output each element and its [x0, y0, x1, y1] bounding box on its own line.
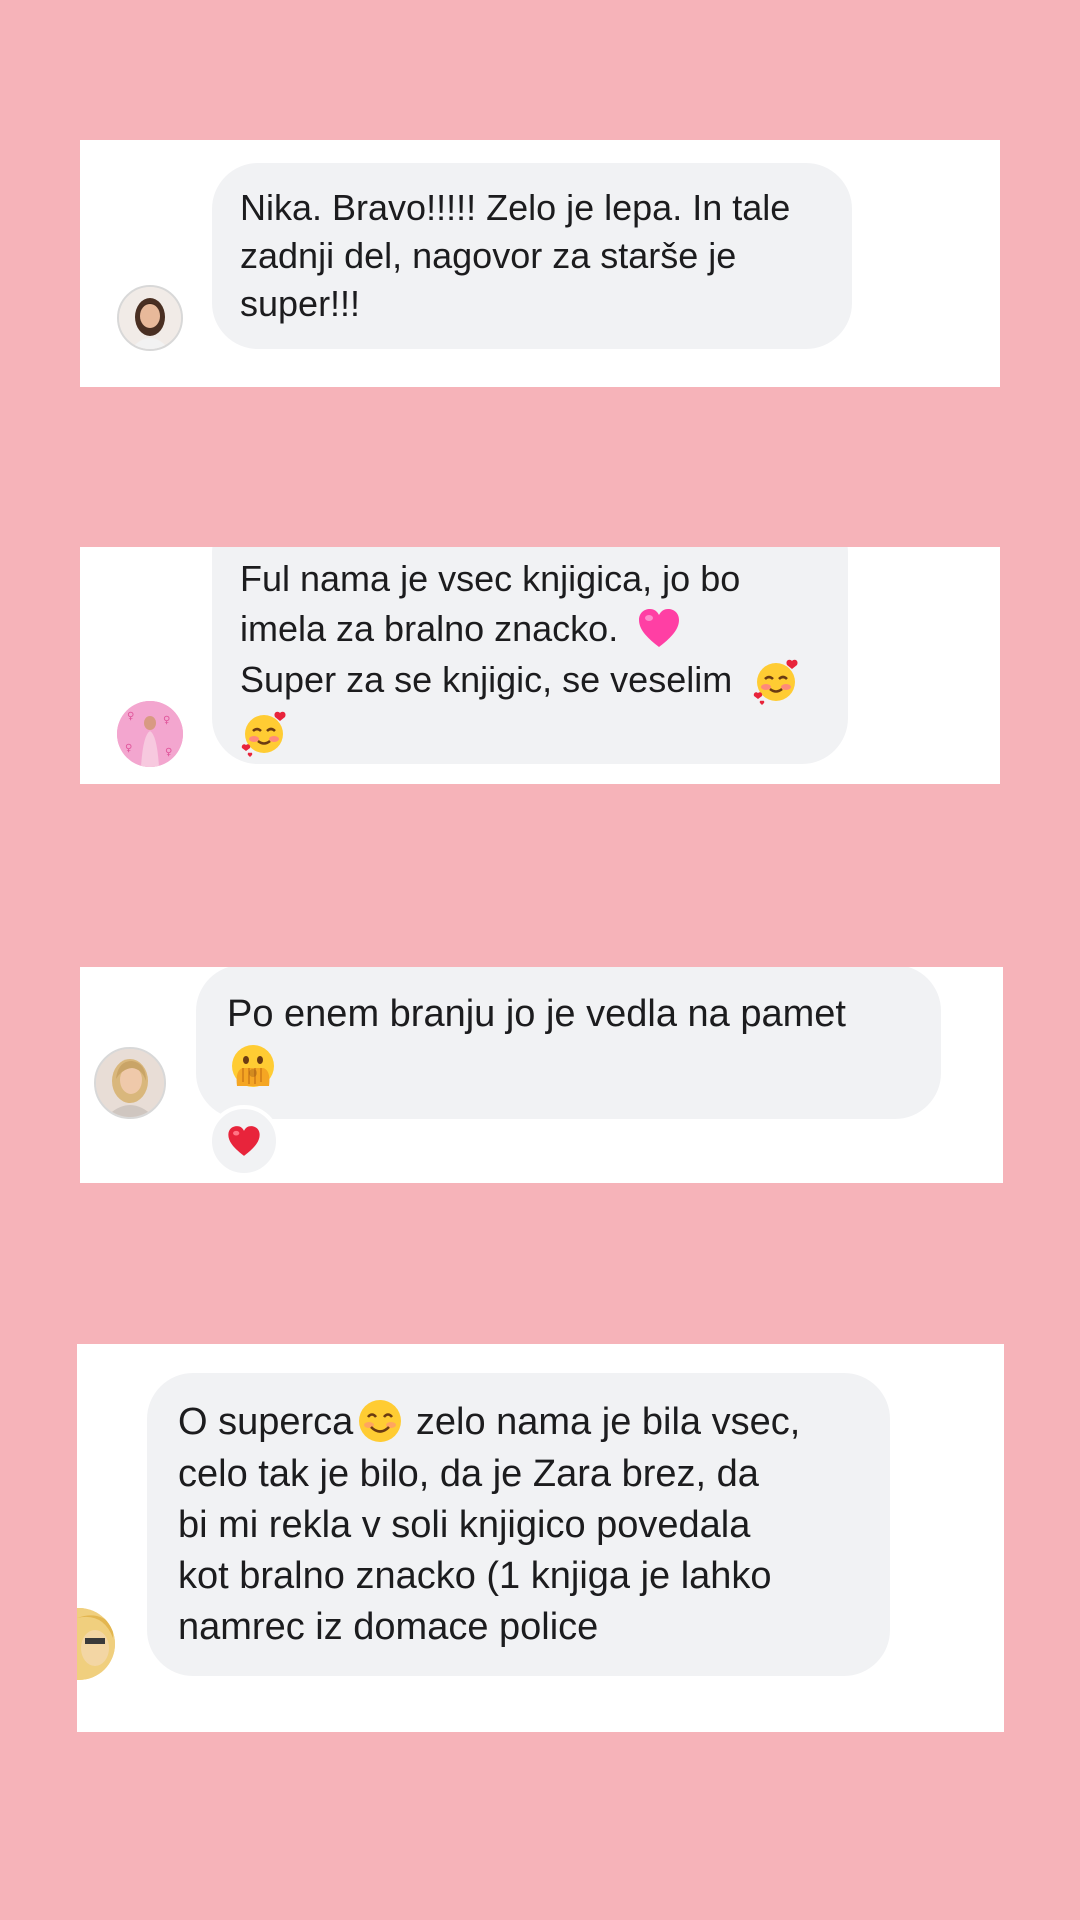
comment-text-line: namrec iz domace police — [178, 1605, 599, 1648]
comment-text-line: Po enem branju jo je vedla na pamet — [227, 993, 846, 1035]
comment-card-3: Po enem branju jo je vedla na pamet — [80, 967, 1003, 1183]
comment-text: imela za bralno znacko. — [240, 608, 619, 649]
comment-text-line: zadnji del, nagovor za starše je — [240, 235, 737, 276]
comment-card-1: Nika. Bravo!!!!! Zelo je lepa. In tale z… — [80, 140, 1000, 387]
comment-text-line: Ful nama je vsec knjigica, jo bo — [240, 558, 741, 599]
comment-text-line: kot bralno znacko (1 knjiga je lahko — [178, 1554, 772, 1597]
comment-bubble: Ful nama je vsec knjigica, jo bo imela z… — [212, 547, 848, 764]
comment-text-line: Nika. Bravo!!!!! Zelo je lepa. In tale — [240, 187, 791, 228]
avatar[interactable] — [117, 285, 183, 351]
comment-card-2: ♀ ♀ ♀ ♀ Ful nama je vsec knjigica, jo bo… — [80, 547, 1000, 784]
comment-text: O superca — [178, 1401, 354, 1443]
smiling-face-with-smiling-eyes-emoji-icon — [355, 1396, 405, 1446]
comment-text-line: bi mi rekla v soli knjigico povedala — [178, 1503, 751, 1546]
red-heart-emoji-icon — [228, 1126, 260, 1156]
comment-text-line — [240, 707, 820, 758]
avatar-woman-blonde-icon — [96, 1049, 164, 1117]
reaction-badge[interactable] — [208, 1105, 280, 1177]
avatar-blonde-partial-icon — [77, 1608, 115, 1680]
comment-text-line: Super za se knjigic, se veselim — [240, 656, 820, 706]
comment-text: zelo nama je bila vsec, — [405, 1401, 801, 1443]
comment-text-line: celo tak je bilo, da je Zara brez, da — [178, 1452, 759, 1495]
comment-text-line: super!!! — [240, 283, 361, 324]
comment-text: Super za se knjigic, se veselim — [240, 659, 733, 701]
avatar-woman-pink-background-icon: ♀ ♀ ♀ ♀ — [117, 701, 183, 767]
avatar[interactable]: ♀ ♀ ♀ ♀ — [117, 701, 183, 767]
comment-bubble: Po enem branju jo je vedla na pamet — [196, 967, 941, 1119]
comment-text-line — [227, 1040, 911, 1092]
comment-bubble: O superca zelo nama je bila vsec, celo t… — [147, 1373, 890, 1676]
svg-text:♀: ♀ — [127, 711, 134, 722]
avatar[interactable] — [94, 1047, 166, 1119]
pink-heart-emoji-icon — [636, 606, 682, 652]
comment-card-4: O superca zelo nama je bila vsec, celo t… — [77, 1344, 1004, 1732]
face-with-open-eyes-and-hand-over-mouth-emoji-icon — [227, 1040, 279, 1092]
svg-text:♀: ♀ — [125, 743, 132, 754]
comment-text-line: imela za bralno znacko. — [240, 605, 820, 654]
avatar-woman-dark-hair-icon — [119, 287, 181, 349]
smiling-face-with-hearts-emoji-icon — [752, 657, 800, 705]
svg-text:♀: ♀ — [165, 747, 172, 758]
avatar[interactable] — [77, 1608, 115, 1680]
comment-bubble: Nika. Bravo!!!!! Zelo je lepa. In tale z… — [212, 163, 852, 349]
comment-text-line: O superca zelo nama je bila vsec, — [178, 1397, 860, 1449]
svg-text:♀: ♀ — [163, 715, 170, 726]
smiling-face-with-hearts-emoji-icon — [240, 709, 288, 758]
